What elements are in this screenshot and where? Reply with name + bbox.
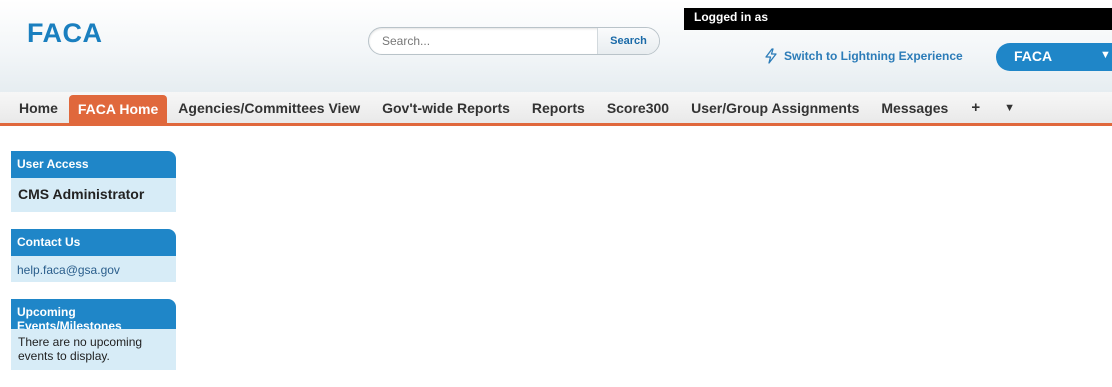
upcoming-events-box: Upcoming Events/Milestones There are no …	[11, 299, 176, 370]
tab-list: Home FACA Home Agencies/Committees View …	[8, 92, 1027, 123]
tab-messages[interactable]: Messages	[870, 92, 959, 123]
search-button[interactable]: Search	[597, 28, 659, 54]
lightning-bolt-icon	[764, 48, 778, 64]
contact-us-title: Contact Us	[11, 229, 176, 256]
app-switcher-menu[interactable]: FACA ▼	[996, 43, 1112, 71]
search-box: Search	[368, 27, 660, 55]
tab-reports[interactable]: Reports	[521, 92, 596, 123]
contact-us-box: Contact Us help.faca@gsa.gov	[11, 229, 176, 282]
upcoming-events-title: Upcoming Events/Milestones	[11, 299, 176, 329]
add-tab-icon[interactable]: +	[959, 92, 992, 123]
more-tabs-dropdown-icon[interactable]: ▼	[992, 92, 1027, 123]
user-access-value: CMS Administrator	[11, 178, 176, 212]
tab-home[interactable]: Home	[8, 92, 69, 123]
switch-to-lightning-link[interactable]: Switch to Lightning Experience	[764, 48, 963, 64]
tab-user-group-assignments[interactable]: User/Group Assignments	[680, 92, 870, 123]
user-access-box: User Access CMS Administrator	[11, 151, 176, 212]
logged-in-label: Logged in as	[694, 10, 769, 24]
tab-faca-home[interactable]: FACA Home	[68, 95, 168, 123]
chevron-down-icon: ▼	[1100, 49, 1111, 61]
sidebar: User Access CMS Administrator Contact Us…	[11, 151, 176, 387]
logged-in-banner: Logged in as	[684, 8, 1112, 30]
contact-email-link[interactable]: help.faca@gsa.gov	[11, 256, 176, 282]
user-access-title: User Access	[11, 151, 176, 178]
search-input[interactable]	[369, 28, 589, 54]
app-header: FACA Search Logged in as Switch to Light…	[0, 0, 1112, 92]
tab-bar: Home FACA Home Agencies/Committees View …	[0, 92, 1112, 126]
upcoming-events-message: There are no upcoming events to display.	[11, 329, 176, 370]
tab-govt-wide-reports[interactable]: Gov't-wide Reports	[371, 92, 521, 123]
tab-agencies-committees-view[interactable]: Agencies/Committees View	[167, 92, 371, 123]
lightning-link-label: Switch to Lightning Experience	[784, 49, 963, 63]
faca-logo[interactable]: FACA	[27, 18, 103, 49]
tab-score300[interactable]: Score300	[596, 92, 680, 123]
app-switcher-label: FACA	[1014, 48, 1053, 64]
